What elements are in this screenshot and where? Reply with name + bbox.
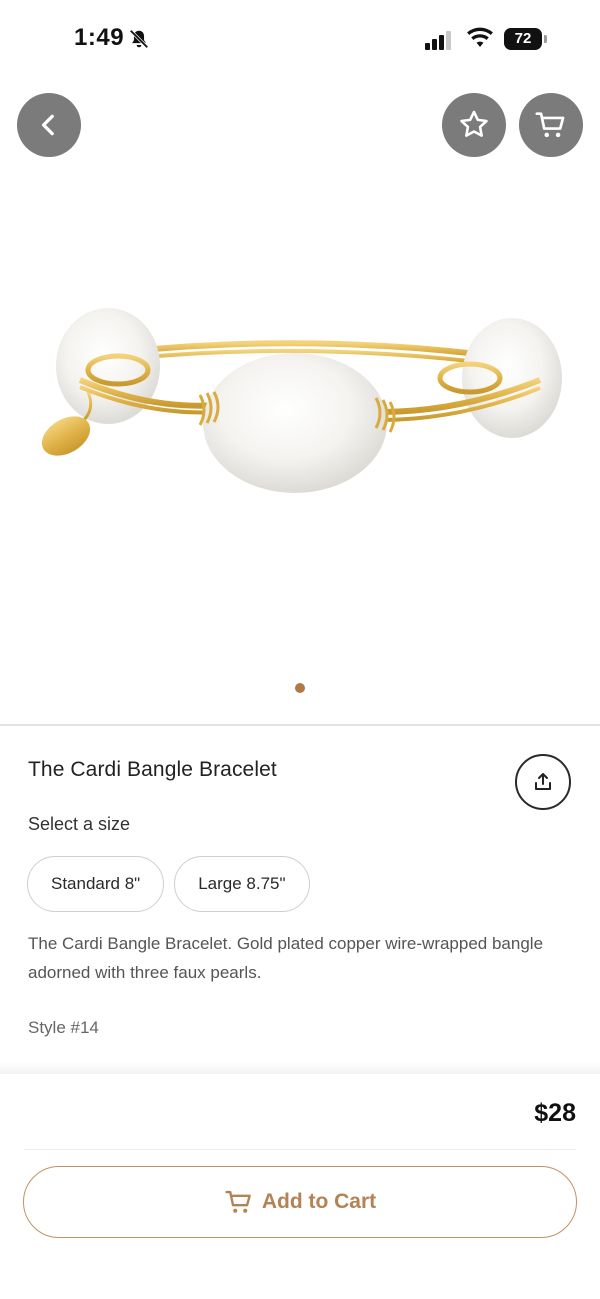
product-description: The Cardi Bangle Bracelet. Gold plated c…: [28, 934, 544, 982]
cart-icon: [535, 112, 565, 138]
add-to-cart-label: Add to Cart: [261, 1190, 377, 1213]
battery-icon: 72: [504, 28, 548, 50]
add-to-cart-button[interactable]: Add to Cart: [23, 1166, 577, 1238]
size-option-large[interactable]: Large 8.75": [174, 856, 310, 912]
divider: [24, 1149, 576, 1150]
back-button[interactable]: [17, 93, 81, 157]
divider: [0, 724, 600, 726]
carousel-indicator-dot[interactable]: [295, 683, 305, 693]
status-bar: 1:49 72: [0, 0, 600, 80]
signal-icon: [425, 31, 451, 50]
status-time: 1:49: [74, 24, 125, 51]
select-size-label: Select a size: [28, 814, 131, 834]
style-number: Style #14: [28, 1018, 99, 1037]
size-option-standard[interactable]: Standard 8": [27, 856, 165, 912]
wifi-icon: [467, 27, 493, 47]
battery-level: 72: [514, 30, 532, 47]
size-options: Standard 8" Large 8.75": [27, 856, 310, 912]
share-button[interactable]: [515, 754, 571, 810]
chevron-left-icon: [41, 114, 54, 136]
bell-slash-icon: [129, 29, 149, 49]
favorite-button[interactable]: [442, 93, 506, 157]
cart-button[interactable]: [519, 93, 583, 157]
cart-icon: [225, 1190, 251, 1213]
product-image[interactable]: [0, 180, 600, 700]
price: $28: [534, 1099, 576, 1127]
product-title: The Cardi Bangle Bracelet: [28, 758, 277, 781]
star-outline-icon: [460, 110, 488, 137]
share-upload-icon: [535, 773, 551, 790]
